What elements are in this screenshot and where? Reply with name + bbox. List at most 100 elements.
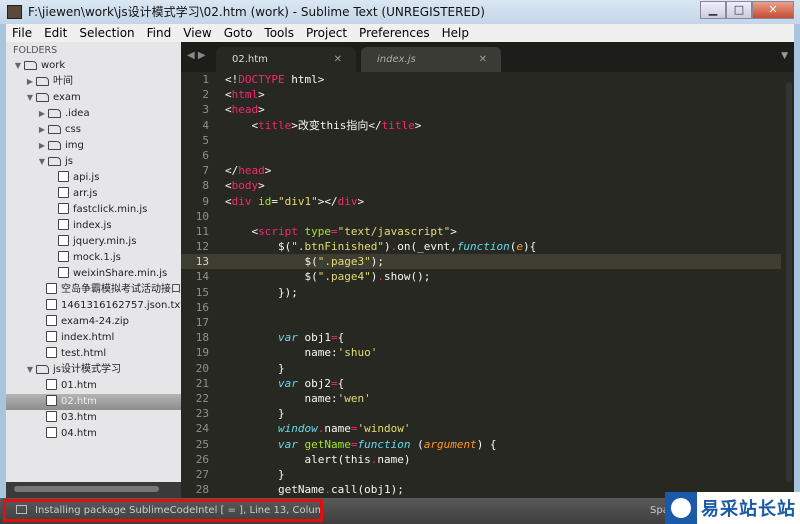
line-number: 22: [195, 391, 209, 405]
minimize-button[interactable]: ▁: [700, 1, 726, 19]
code-token: body: [231, 179, 259, 193]
menu-preferences[interactable]: Preferences: [353, 24, 436, 42]
folder-item[interactable]: ▶ .idea: [6, 106, 181, 122]
code-line: 10: [181, 209, 781, 224]
close-tab-icon[interactable]: ✕: [479, 47, 487, 72]
code-token: name:: [225, 391, 338, 405]
code-token: id: [258, 194, 272, 208]
code-area[interactable]: 1 <!DOCTYPE html> 2 <html> 3 <head> 4 <title>改…: [181, 72, 781, 497]
code-token: ".page3": [317, 255, 371, 269]
folder-item[interactable]: ▼ js设计模式学习: [6, 362, 181, 378]
code-token: function: [357, 437, 411, 451]
code-line: 1 <!DOCTYPE html>: [181, 72, 781, 87]
tab-nav-arrows-icon[interactable]: ◀ ▶: [187, 50, 206, 61]
tab-label: index.js: [377, 54, 416, 65]
code-token: obj2: [297, 376, 331, 390]
file-item[interactable]: arr.js: [6, 186, 181, 202]
item-label: jquery.min.js: [73, 236, 137, 247]
sidebar-scrollbar-track[interactable]: [6, 482, 181, 498]
menu-view[interactable]: View: [177, 24, 217, 42]
code-token: <: [225, 118, 259, 132]
file-item[interactable]: 空岛争霸模拟考试活动接口: [6, 282, 181, 298]
expanded-arrow-icon: ▼: [26, 93, 34, 102]
file-item[interactable]: weixinShare.min.js: [6, 266, 181, 282]
code-token: head: [238, 164, 265, 178]
file-item[interactable]: 01.htm: [6, 378, 181, 394]
code-token: ".btnFinished": [291, 240, 384, 254]
code-token: $(: [225, 270, 318, 284]
line-number: 24: [195, 422, 209, 436]
code-line: 5: [181, 133, 781, 148]
code-token: $(: [225, 240, 292, 254]
file-icon: [46, 299, 57, 310]
watermark-logo: 易采站长站: [665, 492, 800, 524]
file-item[interactable]: jquery.min.js: [6, 234, 181, 250]
folder-item[interactable]: ▶ img: [6, 138, 181, 154]
code-line: 3 <head>: [181, 102, 781, 117]
close-button[interactable]: ✕: [752, 1, 794, 19]
file-item[interactable]: 02.htm: [6, 394, 181, 410]
item-label: 01.htm: [61, 380, 97, 391]
file-icon: [58, 171, 69, 182]
menu-goto[interactable]: Goto: [218, 24, 259, 42]
code-token: show();: [383, 270, 431, 284]
code-token: <: [225, 179, 232, 193]
code-token: title: [258, 118, 292, 132]
file-item[interactable]: api.js: [6, 170, 181, 186]
code-token: {: [337, 331, 345, 345]
folder-item[interactable]: ▶ 叶间: [6, 74, 181, 90]
file-item[interactable]: mock.1.js: [6, 250, 181, 266]
file-icon: [46, 395, 57, 406]
code-token: >: [258, 179, 265, 193]
item-label: api.js: [73, 172, 100, 183]
file-item[interactable]: 03.htm: [6, 410, 181, 426]
window-title: F:\jiewen\work\js设计模式学习\02.htm (work) - …: [28, 5, 485, 19]
file-item[interactable]: 04.htm: [6, 426, 181, 442]
menu-edit[interactable]: Edit: [38, 24, 73, 42]
folder-item[interactable]: ▼ exam: [6, 90, 181, 106]
item-label: fastclick.min.js: [73, 204, 148, 215]
line-number: 11: [195, 224, 209, 238]
menu-help[interactable]: Help: [436, 24, 475, 42]
menu-find[interactable]: Find: [141, 24, 178, 42]
code-token: }: [225, 407, 285, 421]
item-label: index.js: [73, 220, 112, 231]
tab-index-js[interactable]: index.js ✕: [361, 47, 501, 72]
folder-item[interactable]: ▼ js: [6, 154, 181, 170]
item-label: 空岛争霸模拟考试活动接口: [61, 284, 181, 295]
item-label: exam: [53, 92, 81, 103]
code-token: >: [264, 164, 272, 178]
file-item[interactable]: test.html: [6, 346, 181, 362]
file-item[interactable]: 1461316162757.json.txt: [6, 298, 181, 314]
expanded-arrow-icon: ▼: [26, 365, 34, 374]
file-item[interactable]: index.html: [6, 330, 181, 346]
code-token: div: [231, 194, 252, 208]
close-tab-icon[interactable]: ✕: [334, 47, 342, 72]
menu-tools[interactable]: Tools: [258, 24, 300, 42]
tab-menu-icon[interactable]: ▼: [781, 51, 788, 61]
item-label: weixinShare.min.js: [73, 268, 168, 279]
code-token: head: [231, 103, 259, 117]
editor-scrollbar[interactable]: [786, 82, 792, 482]
menu-selection[interactable]: Selection: [73, 24, 140, 42]
panel-toggle-icon[interactable]: [16, 505, 27, 514]
item-label: 03.htm: [61, 412, 97, 423]
tab-02-htm[interactable]: 02.htm ✕: [216, 47, 356, 72]
menu-project[interactable]: Project: [300, 24, 353, 42]
code-token: var: [277, 437, 298, 451]
folder-item[interactable]: ▶ css: [6, 122, 181, 138]
file-item[interactable]: fastclick.min.js: [6, 202, 181, 218]
code-token: =: [271, 194, 278, 208]
item-label: 叶间: [53, 76, 73, 87]
folder-item[interactable]: ▼ work: [6, 58, 181, 74]
line-number: 10: [195, 209, 209, 223]
maximize-button[interactable]: □: [726, 1, 752, 19]
sidebar-scrollbar[interactable]: [14, 486, 159, 492]
file-item[interactable]: index.js: [6, 218, 181, 234]
file-item[interactable]: exam4-24.zip: [6, 314, 181, 330]
menu-file[interactable]: File: [6, 24, 38, 42]
code-line: 18 var obj1={: [181, 330, 781, 345]
folder-icon: [36, 93, 49, 102]
